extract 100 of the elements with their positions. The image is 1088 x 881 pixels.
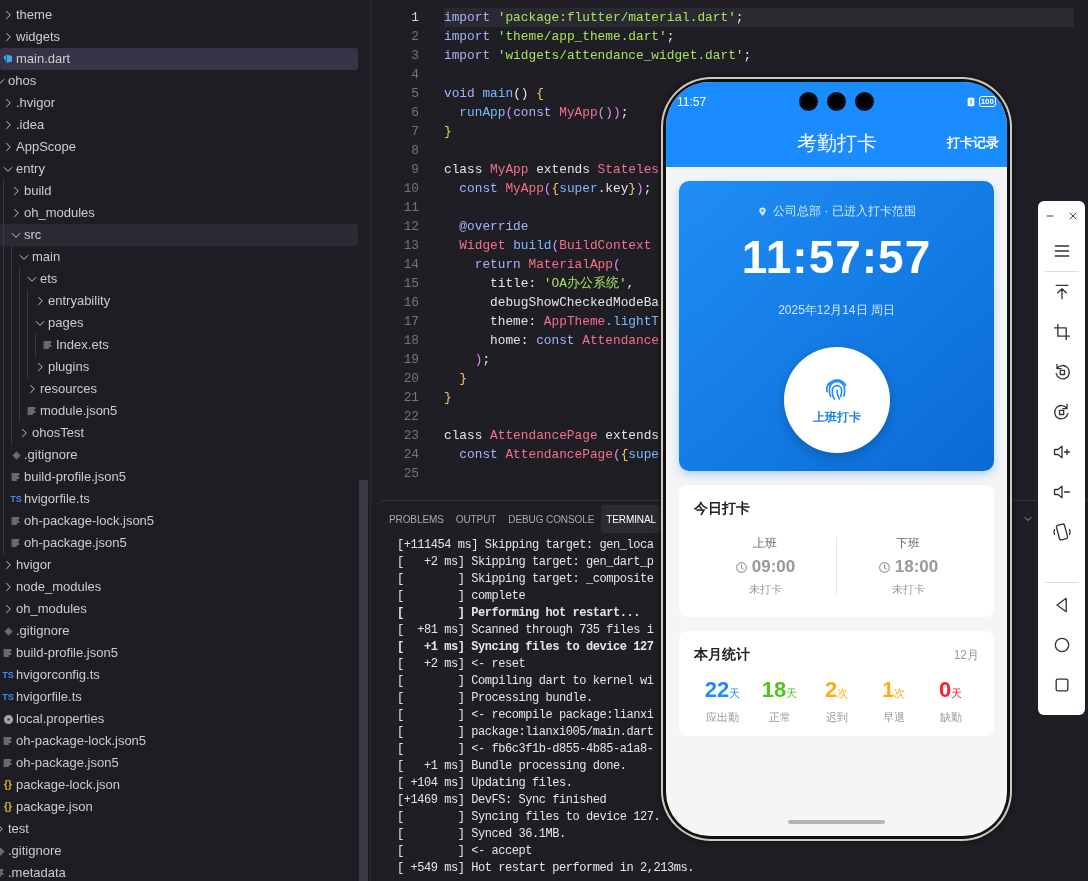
terminal-line: [ ] Syncing files to device 127. [397,809,661,826]
terminal-line: [ ] <- accept [397,843,533,860]
line-number: 12 [402,217,419,236]
folder-item[interactable]: entry [0,158,358,180]
folder-item[interactable]: build [0,180,358,202]
terminal-line: [ ] <- recompile package:lianxi [397,707,654,724]
code-line: debugShowCheckedModeBa [489,293,660,312]
slot-time: 09:00 [751,556,796,579]
line-number: 1 [410,8,419,27]
line-number: 5 [410,84,419,103]
line-number: 23 [402,426,419,445]
line-number: 13 [402,236,419,255]
file-item[interactable]: oh-package.json5 [0,532,358,554]
ts-file-icon: TS [10,494,22,504]
folder-item[interactable]: node_modules [0,576,358,598]
folder-item[interactable]: .idea [0,114,358,136]
terminal-line: [ +549 ms] Hot restart performed in 2,213ms. [397,860,695,877]
stat-label: 正常 [768,710,791,724]
file-item[interactable]: TS hvigorfile.ts [0,488,358,510]
file-item[interactable]: oh-package-lock.json5 [0,730,358,752]
file-item[interactable]: {} package-lock.json [0,774,358,796]
terminal-line: [ ] package:lianxi005/main.dart [397,724,654,741]
folder-item[interactable]: resources [0,378,358,400]
json-file-icon: {} [4,802,12,812]
panel-tab[interactable]: TERMINAL [601,505,661,533]
file-item[interactable]: .metadata [0,862,358,881]
code-line: @override [458,217,529,236]
code-line: } [444,388,452,407]
line-number: 25 [402,464,419,483]
ts-file-icon: TS [2,692,14,702]
panel-tab[interactable]: DEBUG CONSOLE [503,505,600,533]
line-number: 15 [402,274,419,293]
terminal-line: [ ] Compiling dart to kernel wi [397,673,654,690]
folder-item[interactable]: ohosTest [0,422,358,444]
terminal-line: [+111454 ms] Skipping target: gen_loca [397,537,654,554]
file-item[interactable]: TS hvigorfile.ts [0,686,358,708]
location-text: 公司总部 · 已进入打卡范围 [773,203,916,220]
code-line: import 'widgets/attendance_widget.dart'; [444,46,752,65]
file-item[interactable]: .gitignore [0,620,358,642]
folder-item[interactable]: plugins [0,356,358,378]
line-number: 22 [402,407,419,426]
code-line: theme: AppTheme.lightT [489,312,660,331]
folder-item[interactable]: theme [0,4,358,26]
folder-item[interactable]: entryability [0,290,358,312]
line-number: 24 [402,445,419,464]
line-number: 9 [410,160,419,179]
file-item[interactable]: module.json5 [0,400,358,422]
folder-item[interactable]: oh_modules [0,598,358,620]
stat-value: 18天 [761,677,798,704]
folder-item[interactable]: ohos [0,70,358,92]
file-item[interactable]: TS hvigorconfig.ts [0,664,358,686]
folder-item[interactable]: ets [0,268,358,290]
file-item[interactable]: Index.ets [0,334,358,356]
code-line: title: 'OA办公系统', [489,274,635,293]
file-item[interactable]: {} package.json [0,796,358,818]
code-line: void main() { [444,84,544,103]
file-item[interactable]: main.dart [0,48,358,70]
folder-item[interactable]: .hvigor [0,92,358,114]
clock-time: 11:57:57 [741,234,932,280]
code-line: home: const Attendance [489,331,660,350]
section-title: 今日打卡 [694,500,750,518]
line-number: 16 [402,293,419,312]
panel-tab[interactable]: PROBLEMS [384,505,449,533]
file-item[interactable]: .gitignore [0,840,358,862]
folder-item[interactable]: src [0,224,358,246]
file-item[interactable]: build-profile.json5 [0,466,358,488]
stat-value: 2次 [824,677,849,704]
code-line: class MyApp extends Stateles [444,160,660,179]
slot-label: 下班 [896,535,920,551]
folder-item[interactable]: oh_modules [0,202,358,224]
punch-button[interactable]: 上班打卡 [783,347,890,453]
stat-value: 22天 [704,677,741,704]
file-item[interactable]: local.properties [0,708,358,730]
line-number: 2 [410,27,419,46]
slot-label: 上班 [753,535,777,551]
file-item[interactable]: build-profile.json5 [0,642,358,664]
folder-item[interactable]: hvigor [0,554,358,576]
code-line: return MaterialApp( [473,255,621,274]
folder-item[interactable]: test [0,818,358,840]
file-item[interactable]: oh-package-lock.json5 [0,510,358,532]
line-number: 8 [410,141,419,160]
line-number: 19 [402,350,419,369]
terminal-line: [ +2 ms] <- reset [397,656,526,673]
slot-status: 未打卡 [748,582,782,596]
file-item[interactable]: oh-package.json5 [0,752,358,774]
folder-item[interactable]: pages [0,312,358,334]
folder-item[interactable]: widgets [0,26,358,48]
terminal-line: [ ] Skipping target: _composite [397,571,654,588]
json-file-icon: {} [4,780,12,790]
folder-item[interactable]: AppScope [0,136,358,158]
panel-tab[interactable]: OUTPUT [450,505,502,533]
line-number: 21 [402,388,419,407]
line-number: 10 [402,179,419,198]
line-number: 17 [402,312,419,331]
month-label: 12月 [953,647,979,664]
folder-item[interactable]: main [0,246,358,268]
terminal-line: [ +1 ms] Bundle processing done. [397,758,627,775]
code-line: import 'theme/app_theme.dart'; [444,27,675,46]
file-item[interactable]: .gitignore [0,444,358,466]
terminal-line: [ ] <- fb6c3f1b-d855-4b85-a1a8- [397,741,654,758]
